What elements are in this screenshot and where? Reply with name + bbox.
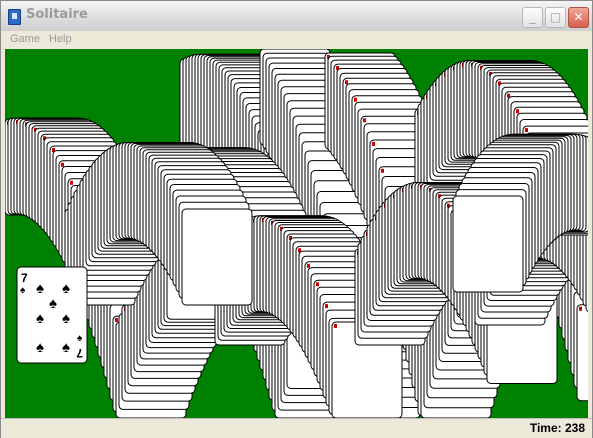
solitaire-app-icon <box>8 9 21 25</box>
card-corner-mark <box>354 97 357 102</box>
card-trail-copy <box>452 195 524 293</box>
card-corner-mark <box>307 263 310 268</box>
timer-display: Time: 238 <box>529 421 585 435</box>
pip-spade-icon: ♠ <box>36 280 44 297</box>
pip-spade-icon: ♠ <box>62 280 70 297</box>
card-corner-mark <box>70 180 73 185</box>
window-title: Solitaire <box>26 7 88 22</box>
card-corner-mark <box>345 80 348 85</box>
card-rank-top: 7 <box>21 271 28 285</box>
close-button[interactable]: ✕ <box>568 7 589 28</box>
bouncing-cards-canvas: 7 ♠ ♠ ♠ ♠ ♠ ♠ ♠ ♠ ♠ 7 <box>5 49 588 418</box>
card-corner-mark <box>363 118 366 123</box>
maximize-button[interactable]: □ <box>545 7 566 28</box>
minimize-button[interactable]: _ <box>522 7 543 28</box>
card-corner-mark <box>516 109 519 114</box>
pip-spade-icon: ♠ <box>62 339 70 356</box>
game-table[interactable]: 7 ♠ ♠ ♠ ♠ ♠ ♠ ♠ ♠ ♠ 7 <box>5 49 588 418</box>
menu-bar: Game Help <box>1 31 592 49</box>
card-corner-mark <box>381 168 384 173</box>
card-corner-mark <box>334 324 337 328</box>
menu-help[interactable]: Help <box>49 33 72 45</box>
card-corner-mark <box>316 282 319 287</box>
card-corner-mark <box>115 318 118 323</box>
card-corner-mark <box>325 304 328 309</box>
card-rank-bottom: 7 <box>76 346 83 360</box>
card-suit-top-icon: ♠ <box>20 285 26 296</box>
menu-game[interactable]: Game <box>10 33 40 45</box>
card-trail-copy <box>576 304 588 402</box>
pip-spade-icon: ♠ <box>36 310 44 327</box>
pip-spade-icon: ♠ <box>36 339 44 356</box>
card-corner-mark <box>372 142 375 146</box>
title-bar[interactable]: Solitaire _ □ ✕ <box>1 1 592 32</box>
pip-spade-icon: ♠ <box>62 310 70 327</box>
card-corner-mark <box>61 162 64 167</box>
card-corner-mark <box>579 306 582 311</box>
status-bar: Time: 238 <box>1 418 592 438</box>
card-suit-bottom-icon: ♠ <box>77 333 83 344</box>
card-trail-copy <box>181 208 253 306</box>
pip-spade-icon: ♠ <box>49 295 57 312</box>
card-corner-mark <box>525 128 528 133</box>
solitaire-window: Solitaire _ □ ✕ Game Help 7 ♠ ♠ ♠ ♠ ♠ ♠ … <box>0 0 593 438</box>
top-card-seven-of-spades[interactable]: 7 ♠ ♠ ♠ ♠ ♠ ♠ ♠ ♠ ♠ 7 <box>16 266 88 364</box>
